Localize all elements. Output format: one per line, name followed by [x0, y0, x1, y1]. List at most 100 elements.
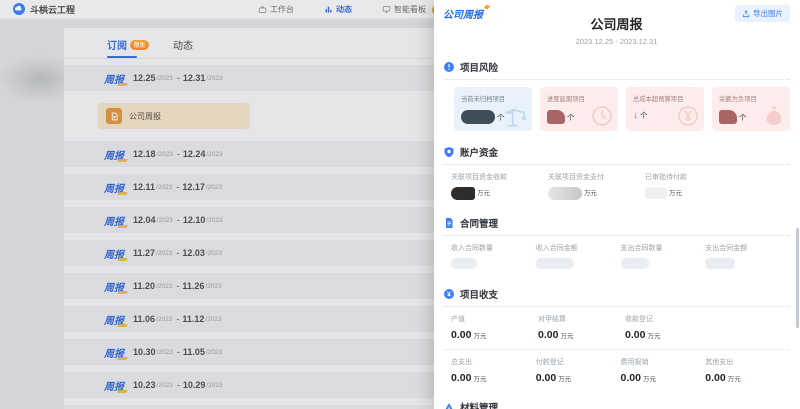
date-start-year: /2023	[157, 349, 173, 356]
weekly-report-stamp-icon: 周报	[104, 246, 124, 261]
risk-card-label: 总成本超预算项目	[633, 94, 698, 103]
stat-label: 对甲结算	[538, 314, 625, 324]
stat-expense-contract-count: 支出合同数量	[621, 243, 706, 269]
risk-cards: 当前未归档项目 个 进度延期项目 个 总成本超预算项	[443, 87, 790, 131]
date-start-year: /2023	[156, 250, 172, 257]
date-separator: -	[177, 347, 180, 357]
date-end-year: /2023	[205, 316, 221, 323]
divider	[443, 164, 790, 165]
nav-items: 工作台 动态 智能看板 限免	[258, 0, 451, 19]
risk-card-delayed: 进度延期项目 个	[540, 87, 618, 131]
date-start: 12.25	[133, 73, 156, 83]
stat-unit: 万元	[669, 187, 682, 197]
weekly-report-drawer: 公司周报 导出图片 公司周报 2023.12.25 - 2023.12.31 项…	[434, 0, 800, 409]
date-end-year: /2023	[206, 151, 222, 158]
stat-label: 收入合同数量	[451, 243, 536, 253]
date-separator: -	[176, 248, 179, 258]
stat-unit: 万元	[647, 330, 660, 340]
date-end: 12.10	[183, 215, 206, 225]
date-end: 11.12	[182, 314, 204, 324]
brand[interactable]: 斗栱云工程	[13, 3, 75, 16]
pnl-row-2: 总支出 0.00万元 付款登记 0.00万元 费用报销 0.00万元 其他支出 …	[443, 357, 790, 384]
risk-card-label: 当前未归档项目	[461, 94, 526, 103]
date-start-year: /2023	[156, 184, 172, 191]
section-title: 合同管理	[460, 216, 498, 230]
risk-card-unarchived: 当前未归档项目 个	[454, 87, 532, 131]
nav-item-label: 工作台	[270, 4, 294, 15]
stat-other-expense: 其他支出 0.00万元	[705, 357, 790, 384]
nav-item-workbench[interactable]: 工作台	[258, 4, 294, 15]
stat-unit: 万元	[473, 330, 486, 340]
weekly-report-stamp-icon: 周报	[104, 345, 124, 360]
drawer-header: 公司周报 导出图片 公司周报 2023.12.25 - 2023.12.31	[443, 0, 790, 46]
app-screen: 斗栱云工程 工作台 动态	[0, 0, 800, 409]
stat-unit: 万元	[477, 187, 490, 197]
weekly-card-label: 公司周报	[129, 111, 161, 122]
stat-label: 其他支出	[705, 357, 790, 367]
date-start-year: /2023	[156, 283, 172, 290]
shield-icon	[443, 146, 455, 158]
company-weekly-card[interactable]: 公司周报	[98, 103, 250, 129]
risk-unit: 个	[567, 112, 575, 123]
section-project-income-expense: 项目收支 产值 0.00万元 对甲结算 0.00万元 收款登记 0.00万元	[443, 287, 790, 384]
risk-card-over-budget: 总成本超预算项目 ↓个	[626, 87, 704, 131]
date-start: 12.18	[133, 149, 156, 159]
section-project-risk: 项目风险 当前未归档项目 个 进度延期项目 个	[443, 60, 790, 131]
document-icon	[106, 108, 122, 124]
redacted-value	[451, 187, 475, 200]
section-title: 材料管理	[460, 400, 498, 409]
stat-income-contract-count: 收入合同数量	[451, 243, 536, 269]
risk-unit: 个	[640, 110, 648, 121]
redacted-value	[547, 110, 565, 124]
redacted-value	[719, 110, 737, 124]
nav-item-activity[interactable]: 动态	[324, 4, 352, 15]
weekly-report-stamp-icon: 周报	[104, 147, 124, 162]
stat-output-value: 产值 0.00万元	[451, 314, 538, 341]
date-end: 10.29	[183, 380, 206, 390]
stat-unit: 万元	[560, 330, 573, 340]
weekly-report-stamp-icon: 周报	[104, 213, 124, 228]
stat-funds-paid: 关联项目资金支付 万元	[548, 172, 645, 200]
yuan-circle-icon	[443, 288, 455, 300]
redacted-value	[461, 110, 495, 124]
risk-alert-icon	[443, 61, 455, 73]
date-end: 12.24	[183, 149, 206, 159]
divider	[443, 306, 790, 307]
stat-expense-contract-amount: 支出合同金额	[705, 243, 790, 269]
stat-expense-reimbursement: 费用报销 0.00万元	[621, 357, 706, 384]
date-end: 11.26	[182, 281, 204, 291]
date-start-year: /2023	[156, 316, 172, 323]
section-title: 项目风险	[460, 60, 498, 74]
date-separator: -	[176, 281, 179, 291]
dashboard-icon	[382, 5, 391, 14]
material-pile-icon	[443, 401, 455, 409]
stat-unit: 万元	[558, 373, 571, 383]
date-start: 10.23	[133, 380, 156, 390]
stat-label: 产值	[451, 314, 538, 324]
date-end-year: /2023	[206, 349, 222, 356]
contract-stats: 收入合同数量 收入合同金额 支出合同数量 支出合同金额	[443, 243, 790, 269]
weekly-report-stamp-icon: 周报	[104, 378, 124, 393]
risk-unit: 个	[497, 112, 505, 123]
nav-item-label: 动态	[336, 4, 352, 15]
date-end-year: /2023	[206, 217, 222, 224]
stat-income-contract-amount: 收入合同金额	[536, 243, 621, 269]
tab-subscribe[interactable]: 订阅 限免	[107, 37, 149, 58]
date-separator: -	[177, 149, 180, 159]
stat-label: 支出合同数量	[621, 243, 706, 253]
stat-receipt-registration: 收款登记 0.00万元	[625, 314, 712, 341]
stat-number: 0.00	[625, 329, 645, 341]
drawer-scrollbar[interactable]	[796, 228, 799, 328]
workbench-icon	[258, 5, 267, 14]
stat-approved-pending: 已审批待付款 万元	[645, 172, 742, 200]
section-contract-management: 合同管理 收入合同数量 收入合同金额 支出合同数量	[443, 216, 790, 269]
stat-label: 总支出	[451, 357, 536, 367]
stat-label: 关联项目资金收款	[451, 172, 548, 182]
tab-activity[interactable]: 动态	[173, 37, 193, 58]
contract-document-icon	[443, 217, 455, 229]
weekly-report-stamp-icon: 周报	[104, 180, 124, 195]
export-image-button[interactable]: 导出图片	[735, 5, 790, 22]
stat-label: 收款登记	[625, 314, 712, 324]
divider	[443, 79, 790, 80]
redacted-value	[621, 258, 649, 269]
